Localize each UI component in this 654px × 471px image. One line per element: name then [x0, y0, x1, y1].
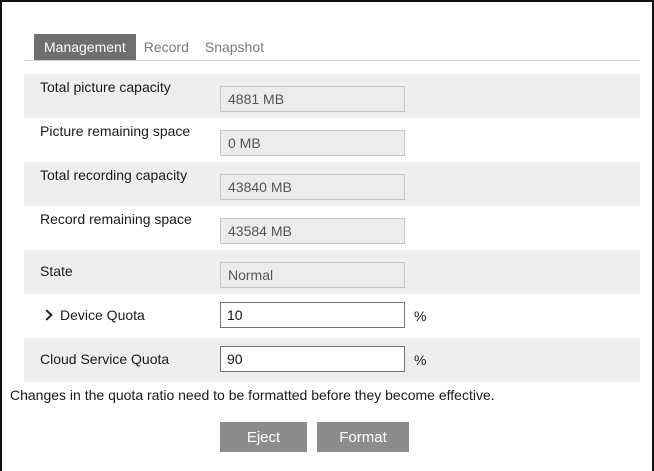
quota-format-note: Changes in the quota ratio need to be fo…: [10, 387, 495, 403]
storage-settings-panel: Management Record Snapshot Total picture…: [0, 0, 654, 471]
device-quota-label: Device Quota: [60, 307, 145, 323]
tab-bar: Management Record Snapshot: [34, 34, 272, 60]
total-recording-capacity-value: 43840 MB: [220, 174, 405, 200]
device-quota-unit: %: [414, 308, 427, 324]
record-remaining-space-label: Record remaining space: [40, 211, 192, 227]
row-total-recording-capacity: Total recording capacity 43840 MB: [24, 162, 640, 206]
tab-management[interactable]: Management: [34, 34, 136, 60]
picture-remaining-space-value: 0 MB: [220, 130, 405, 156]
record-remaining-space-value: 43584 MB: [220, 218, 405, 244]
state-value: Normal: [220, 262, 405, 288]
device-quota-input[interactable]: [220, 302, 405, 328]
cloud-service-quota-unit: %: [414, 352, 427, 368]
row-total-picture-capacity: Total picture capacity 4881 MB: [24, 74, 640, 118]
total-picture-capacity-value: 4881 MB: [220, 86, 405, 112]
chevron-right-icon: [41, 309, 53, 321]
format-button[interactable]: Format: [317, 422, 409, 452]
row-record-remaining-space: Record remaining space 43584 MB: [24, 206, 640, 250]
row-state: State Normal: [24, 250, 640, 294]
cloud-service-quota-label: Cloud Service Quota: [40, 351, 170, 367]
total-recording-capacity-label: Total recording capacity: [40, 167, 188, 183]
total-picture-capacity-label: Total picture capacity: [40, 79, 171, 95]
picture-remaining-space-label: Picture remaining space: [40, 123, 191, 139]
tab-divider: [24, 60, 640, 61]
eject-button[interactable]: Eject: [220, 422, 307, 452]
row-device-quota: Device Quota %: [24, 294, 640, 338]
state-label: State: [40, 263, 73, 279]
tab-record[interactable]: Record: [136, 34, 197, 60]
device-quota-toggle[interactable]: Device Quota: [40, 307, 210, 324]
storage-info-table: Total picture capacity 4881 MB Picture r…: [24, 74, 640, 382]
row-cloud-service-quota: Cloud Service Quota %: [24, 338, 640, 382]
tab-snapshot[interactable]: Snapshot: [197, 34, 272, 60]
cloud-service-quota-input[interactable]: [220, 346, 405, 372]
row-picture-remaining-space: Picture remaining space 0 MB: [24, 118, 640, 162]
